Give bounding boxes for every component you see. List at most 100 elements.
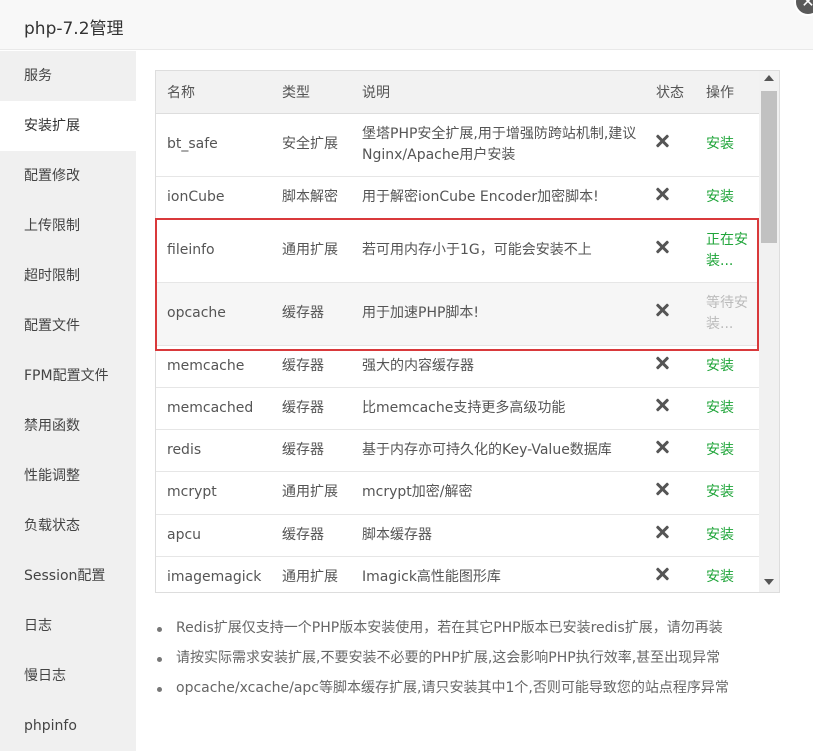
- dialog-title: php-7.2管理: [24, 19, 124, 39]
- table-row: opcache 缓存器 用于加速PHP脚本! 等待安装...: [156, 282, 759, 346]
- not-installed-x-icon: [655, 525, 669, 539]
- ext-name: mcrypt: [156, 471, 271, 515]
- waiting-status-text: 等待安装...: [695, 282, 759, 346]
- ext-type: 缓存器: [271, 282, 351, 346]
- install-link[interactable]: 安装: [695, 345, 759, 388]
- ext-name: memcached: [156, 387, 271, 430]
- notes-list: Redis扩展仅支持一个PHP版本安装使用，若在其它PHP版本已安装redis扩…: [155, 616, 795, 706]
- ext-name: opcache: [156, 282, 271, 346]
- ext-description: 强大的内容缓存器: [351, 345, 645, 388]
- status-cell: [645, 387, 695, 430]
- table-row: bt_safe 安全扩展 堡塔PHP安全扩展,用于增强防跨站机制,建议Nginx…: [156, 113, 759, 177]
- not-installed-x-icon: [655, 356, 669, 370]
- column-header-type: 类型: [271, 71, 351, 114]
- sidebar-item-service[interactable]: 服务: [0, 51, 136, 101]
- ext-name: apcu: [156, 514, 271, 557]
- install-link[interactable]: 安装: [695, 556, 759, 592]
- status-cell: [645, 471, 695, 515]
- ext-name: bt_safe: [156, 113, 271, 177]
- ext-description: 比memcache支持更多高级功能: [351, 387, 645, 430]
- installing-status-text: 正在安装...: [695, 219, 759, 283]
- sidebar-item-phpinfo[interactable]: phpinfo: [0, 701, 136, 751]
- install-link[interactable]: 安装: [695, 113, 759, 177]
- sidebar-item-slow-log[interactable]: 慢日志: [0, 651, 136, 701]
- sidebar-item-config-edit[interactable]: 配置修改: [0, 151, 136, 201]
- ext-description: 堡塔PHP安全扩展,用于增强防跨站机制,建议Nginx/Apache用户安装: [351, 113, 645, 177]
- sidebar-item-config-file[interactable]: 配置文件: [0, 301, 136, 351]
- table-row: fileinfo 通用扩展 若可用内存小于1G，可能会安装不上 正在安装...: [156, 219, 759, 283]
- ext-type: 缓存器: [271, 387, 351, 430]
- ext-type: 通用扩展: [271, 219, 351, 283]
- sidebar-item-session-config[interactable]: Session配置: [0, 551, 136, 601]
- sidebar-item-fpm-config[interactable]: FPM配置文件: [0, 351, 136, 401]
- scroll-down-arrow-icon[interactable]: [764, 579, 774, 585]
- sidebar-item-load-status[interactable]: 负载状态: [0, 501, 136, 551]
- ext-type: 缓存器: [271, 429, 351, 472]
- install-link[interactable]: 安装: [695, 176, 759, 220]
- column-header-status: 状态: [645, 71, 695, 114]
- install-link[interactable]: 安装: [695, 514, 759, 557]
- table-scrollbar[interactable]: [759, 71, 779, 592]
- ext-name: memcache: [156, 345, 271, 388]
- status-cell: [645, 429, 695, 472]
- install-link[interactable]: 安装: [695, 471, 759, 515]
- note-item: 请按实际需求安装扩展,不要安装不必要的PHP扩展,这会影响PHP执行效率,甚至出…: [155, 646, 795, 676]
- ext-description: 脚本缓存器: [351, 514, 645, 557]
- ext-type: 安全扩展: [271, 113, 351, 177]
- sidebar-item-install-extensions[interactable]: 安装扩展: [0, 101, 136, 151]
- status-cell: [645, 556, 695, 592]
- sidebar-item-upload-limit[interactable]: 上传限制: [0, 201, 136, 251]
- column-header-name: 名称: [156, 71, 271, 114]
- install-link[interactable]: 安装: [695, 387, 759, 430]
- ext-description: 若可用内存小于1G，可能会安装不上: [351, 219, 645, 283]
- table-row: redis 缓存器 基于内存亦可持久化的Key-Value数据库 安装: [156, 429, 759, 472]
- ext-type: 缓存器: [271, 514, 351, 557]
- sidebar-item-log[interactable]: 日志: [0, 601, 136, 651]
- title-bar: php-7.2管理: [0, 0, 813, 50]
- not-installed-x-icon: [655, 303, 669, 317]
- table-row: memcached 缓存器 比memcache支持更多高级功能 安装: [156, 387, 759, 430]
- column-header-action: 操作: [695, 71, 759, 114]
- sidebar: 服务 安装扩展 配置修改 上传限制 超时限制 配置文件 FPM配置文件 禁用函数…: [0, 51, 136, 751]
- not-installed-x-icon: [655, 134, 669, 148]
- ext-description: Imagick高性能图形库: [351, 556, 645, 592]
- not-installed-x-icon: [655, 240, 669, 254]
- ext-name: redis: [156, 429, 271, 472]
- ext-type: 缓存器: [271, 345, 351, 388]
- php-manager-dialog: php-7.2管理 ✕ 服务 安装扩展 配置修改 上传限制 超时限制 配置文件 …: [0, 0, 813, 751]
- ext-type: 通用扩展: [271, 471, 351, 515]
- ext-description: mcrypt加密/解密: [351, 471, 645, 515]
- ext-description: 用于加速PHP脚本!: [351, 282, 645, 346]
- not-installed-x-icon: [655, 482, 669, 496]
- ext-name: ionCube: [156, 176, 271, 220]
- ext-type: 通用扩展: [271, 556, 351, 592]
- status-cell: [645, 282, 695, 346]
- install-link[interactable]: 安装: [695, 429, 759, 472]
- status-cell: [645, 219, 695, 283]
- table-row: apcu 缓存器 脚本缓存器 安装: [156, 514, 759, 557]
- status-cell: [645, 345, 695, 388]
- status-cell: [645, 176, 695, 220]
- extensions-table: 名称 类型 说明 状态 操作 bt_safe 安全扩展 堡塔PHP安全扩展,用于…: [156, 71, 759, 592]
- scrollbar-thumb[interactable]: [761, 91, 777, 243]
- table-row: memcache 缓存器 强大的内容缓存器 安装: [156, 345, 759, 388]
- status-cell: [645, 113, 695, 177]
- not-installed-x-icon: [655, 187, 669, 201]
- not-installed-x-icon: [655, 440, 669, 454]
- status-cell: [645, 514, 695, 557]
- ext-description: 基于内存亦可持久化的Key-Value数据库: [351, 429, 645, 472]
- not-installed-x-icon: [655, 398, 669, 412]
- sidebar-item-timeout-limit[interactable]: 超时限制: [0, 251, 136, 301]
- note-item: Redis扩展仅支持一个PHP版本安装使用，若在其它PHP版本已安装redis扩…: [155, 616, 795, 646]
- ext-description: 用于解密ionCube Encoder加密脚本!: [351, 176, 645, 220]
- extensions-table-container[interactable]: 名称 类型 说明 状态 操作 bt_safe 安全扩展 堡塔PHP安全扩展,用于…: [155, 70, 780, 593]
- sidebar-item-performance[interactable]: 性能调整: [0, 451, 136, 501]
- scroll-up-arrow-icon[interactable]: [764, 75, 774, 81]
- note-item: opcache/xcache/apc等脚本缓存扩展,请只安装其中1个,否则可能导…: [155, 676, 795, 706]
- not-installed-x-icon: [655, 567, 669, 581]
- table-header-row: 名称 类型 说明 状态 操作: [156, 71, 759, 114]
- sidebar-item-disabled-functions[interactable]: 禁用函数: [0, 401, 136, 451]
- ext-name: imagemagick: [156, 556, 271, 592]
- table-row: imagemagick 通用扩展 Imagick高性能图形库 安装: [156, 556, 759, 592]
- ext-type: 脚本解密: [271, 176, 351, 220]
